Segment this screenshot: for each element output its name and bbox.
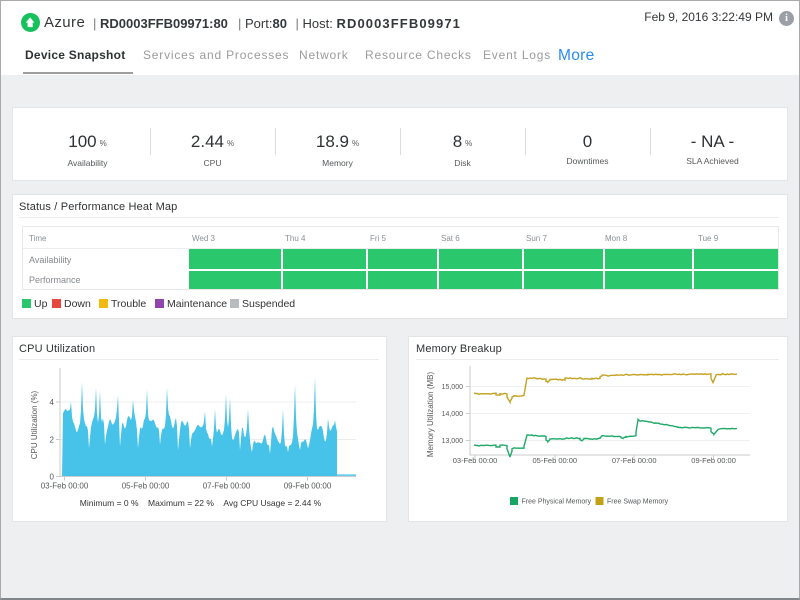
svg-text:4: 4: [50, 398, 55, 407]
svg-text:09-Feb 00:00: 09-Feb 00:00: [691, 456, 736, 465]
svg-text:CPU Utilization (%): CPU Utilization (%): [30, 390, 39, 459]
svg-text:Free Physical Memory: Free Physical Memory: [522, 499, 592, 506]
svg-text:Memory Utilization (MB): Memory Utilization (MB): [426, 371, 435, 457]
svg-text:03-Feb 00:00: 03-Feb 00:00: [41, 482, 89, 491]
svg-text:07-Feb 00:00: 07-Feb 00:00: [612, 456, 657, 465]
svg-text:09-Feb 00:00: 09-Feb 00:00: [284, 482, 332, 491]
svg-text:13,000: 13,000: [442, 438, 464, 445]
svg-text:Free Swap Memory: Free Swap Memory: [607, 499, 669, 506]
svg-text:05-Feb 00:00: 05-Feb 00:00: [122, 482, 170, 491]
svg-text:07-Feb 00:00: 07-Feb 00:00: [203, 482, 251, 491]
svg-text:05-Feb 00:00: 05-Feb 00:00: [532, 456, 577, 465]
svg-text:14,000: 14,000: [442, 411, 464, 418]
svg-text:2: 2: [50, 435, 55, 444]
svg-text:0: 0: [50, 473, 55, 482]
svg-text:03-Feb 00:00: 03-Feb 00:00: [453, 456, 498, 465]
svg-text:15,000: 15,000: [442, 384, 464, 391]
